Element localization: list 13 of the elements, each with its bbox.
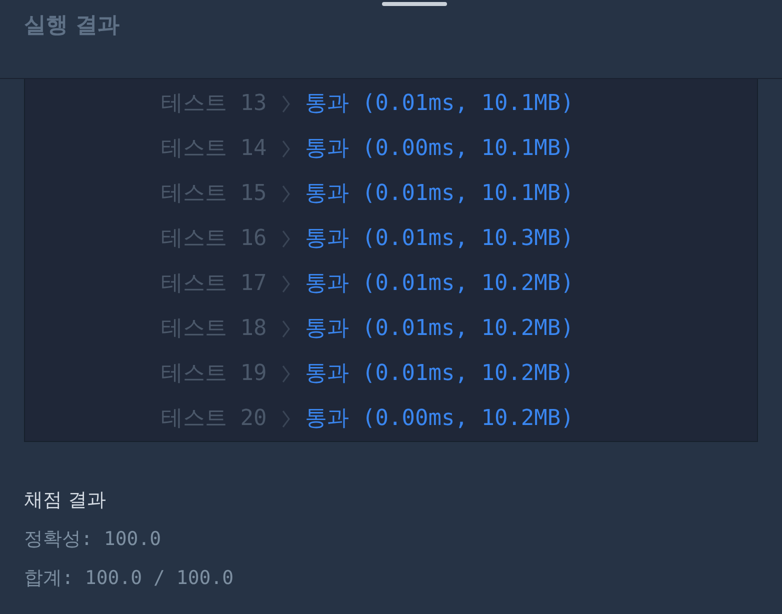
drag-handle[interactable] <box>382 2 447 6</box>
test-result: 통과 (0.00ms, 10.2MB) <box>304 405 574 433</box>
test-result: 통과 (0.01ms, 10.1MB) <box>304 180 574 208</box>
test-result: 통과 (0.00ms, 10.1MB) <box>304 135 574 163</box>
test-result: 통과 (0.01ms, 10.2MB) <box>304 315 574 343</box>
test-result: 통과 (0.01ms, 10.3MB) <box>304 225 574 253</box>
test-result: 통과 (0.01ms, 10.2MB) <box>304 270 574 298</box>
test-result: 통과 (0.01ms, 10.2MB) <box>304 360 574 388</box>
score-line: 정확성: 100.0 <box>24 527 162 552</box>
grading-title: 채점 결과 <box>24 488 108 513</box>
test-result: 통과 (0.01ms, 10.1MB) <box>304 90 574 118</box>
section-title: 실행 결과 <box>24 12 121 40</box>
score-line: 합계: 100.0 / 100.0 <box>24 566 235 591</box>
